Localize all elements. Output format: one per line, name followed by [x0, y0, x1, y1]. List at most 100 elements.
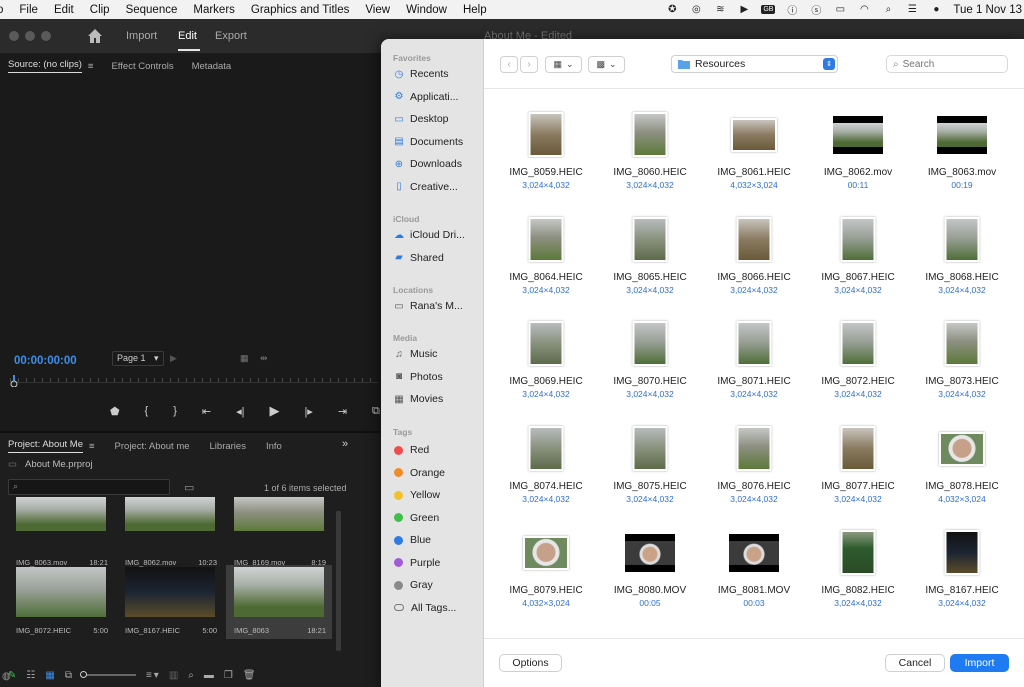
- list-view-icon[interactable]: ☷: [26, 670, 35, 681]
- panel-menu-icon[interactable]: ≡: [89, 441, 95, 452]
- file-item[interactable]: IMG_8080.MOV 00:05: [598, 508, 702, 608]
- menu-view[interactable]: View: [357, 4, 398, 16]
- file-item[interactable]: IMG_8072.HEIC 3,024×4,032: [806, 299, 910, 399]
- tab-libraries[interactable]: Libraries: [210, 441, 246, 452]
- home-icon[interactable]: [86, 27, 104, 45]
- project-clip[interactable]: IMG_8063 18:21: [226, 565, 332, 639]
- menu-edit[interactable]: Edit: [46, 4, 82, 16]
- file-item[interactable]: IMG_8073.HEIC 3,024×4,032: [910, 299, 1014, 399]
- back-button[interactable]: ‹: [500, 56, 518, 73]
- status-icon[interactable]: ◍: [2, 671, 11, 682]
- project-scrollbar[interactable]: [336, 511, 341, 651]
- freeform-view-icon[interactable]: ⧉: [65, 670, 72, 681]
- file-item[interactable]: IMG_8076.HEIC 3,024×4,032: [702, 404, 806, 504]
- new-item-icon[interactable]: ❐: [224, 670, 233, 681]
- mark-in-icon[interactable]: {: [145, 405, 149, 417]
- go-to-in-icon[interactable]: ⇤: [202, 405, 211, 418]
- sidebar-item-favorites[interactable]: ▤ Documents: [393, 133, 483, 151]
- sidebar-item-media[interactable]: ♫ Music: [393, 345, 483, 363]
- options-button[interactable]: Options: [499, 654, 562, 672]
- project-search-input[interactable]: ⌕: [8, 479, 170, 495]
- location-select[interactable]: Resources ⇕: [671, 55, 838, 73]
- panel-menu-icon[interactable]: ≡: [88, 61, 94, 72]
- sidebar-item-favorites[interactable]: ◷ Recents: [393, 65, 483, 83]
- file-item[interactable]: IMG_8081.MOV 00:03: [702, 508, 806, 608]
- source-timecode[interactable]: 00:00:00:00: [14, 355, 77, 367]
- insert-icon[interactable]: ⧉: [372, 405, 380, 418]
- sidebar-tag[interactable]: Red: [393, 441, 483, 459]
- file-item[interactable]: IMG_8063.mov 00:19: [910, 90, 1014, 190]
- menu-clock[interactable]: Tue 1 Nov 13: [953, 4, 1022, 16]
- import-button[interactable]: Import: [950, 654, 1009, 672]
- zoom-slider[interactable]: [79, 671, 136, 678]
- sidebar-tag[interactable]: Orange: [393, 464, 483, 482]
- forward-button[interactable]: ›: [520, 56, 538, 73]
- battery-icon[interactable]: ▭: [833, 4, 847, 16]
- file-item[interactable]: IMG_8066.HEIC 3,024×4,032: [702, 195, 806, 295]
- file-item[interactable]: IMG_8067.HEIC 3,024×4,032: [806, 195, 910, 295]
- sidebar-item-icloud[interactable]: ▰ Shared: [393, 249, 483, 267]
- play-arrow-icon[interactable]: ▶: [170, 353, 177, 364]
- chevron-down-icon[interactable]: ▾: [154, 670, 159, 681]
- tab-project-about-me-2[interactable]: Project: About me: [115, 441, 190, 452]
- file-item[interactable]: IMG_8064.HEIC 3,024×4,032: [494, 195, 598, 295]
- project-clip[interactable]: IMG_8167.HEIC 5:00: [117, 565, 223, 639]
- file-item[interactable]: IMG_8079.HEIC 4,032×3,024: [494, 508, 598, 608]
- sidebar-tag[interactable]: Blue: [393, 531, 483, 549]
- project-clip[interactable]: IMG_8062.mov 10:23: [117, 497, 223, 571]
- file-item[interactable]: IMG_8059.HEIC 3,024×4,032: [494, 90, 598, 190]
- group-button[interactable]: ▩ ⌄: [588, 56, 625, 73]
- tab-effect-controls[interactable]: Effect Controls: [111, 61, 173, 72]
- sidebar-item-favorites[interactable]: ▭ Desktop: [393, 110, 483, 128]
- go-to-out-icon[interactable]: ⇥: [338, 405, 347, 418]
- fit-icon[interactable]: ▦: [240, 353, 249, 364]
- siri-icon[interactable]: ●: [929, 4, 943, 16]
- menu-sequence[interactable]: Sequence: [118, 4, 186, 16]
- file-item[interactable]: IMG_8060.HEIC 3,024×4,032: [598, 90, 702, 190]
- project-clip[interactable]: IMG_8169.mov 8:19: [226, 497, 332, 571]
- trash-icon[interactable]: 🗑: [243, 670, 256, 681]
- search-field[interactable]: ⌕: [886, 55, 1008, 73]
- menu-window[interactable]: Window: [398, 4, 455, 16]
- file-item[interactable]: IMG_8061.HEIC 4,032×3,024: [702, 90, 806, 190]
- tab-project-about-me[interactable]: Project: About Me: [8, 439, 83, 453]
- time-ruler[interactable]: [10, 371, 378, 383]
- more-panels-icon[interactable]: »: [342, 438, 348, 450]
- sidebar-tag[interactable]: Yellow: [393, 486, 483, 504]
- mark-out-icon[interactable]: }: [173, 405, 177, 417]
- page-select[interactable]: Page 1 ▾: [112, 351, 164, 366]
- marker-icon[interactable]: ⬟: [110, 405, 120, 418]
- menu-clip[interactable]: Clip: [82, 4, 118, 16]
- sidebar-tag[interactable]: Green: [393, 509, 483, 527]
- file-item[interactable]: IMG_8069.HEIC 3,024×4,032: [494, 299, 598, 399]
- file-item[interactable]: IMG_8071.HEIC 3,024×4,032: [702, 299, 806, 399]
- sidebar-item-favorites[interactable]: ⚙ Applicati...: [393, 88, 483, 106]
- spotlight-icon[interactable]: ⌕: [881, 4, 895, 16]
- file-item[interactable]: IMG_8167.HEIC 3,024×4,032: [910, 508, 1014, 608]
- tab-source[interactable]: Source: (no clips): [8, 59, 82, 73]
- file-item[interactable]: IMG_8068.HEIC 3,024×4,032: [910, 195, 1014, 295]
- project-clip[interactable]: IMG_8072.HEIC 5:00: [8, 565, 114, 639]
- shazam-icon[interactable]: ⓢ: [809, 4, 823, 17]
- menu-help[interactable]: Help: [455, 4, 495, 16]
- settings-icon[interactable]: ⇹: [260, 353, 268, 364]
- file-item[interactable]: IMG_8082.HEIC 3,024×4,032: [806, 508, 910, 608]
- play-icon[interactable]: ▶: [269, 403, 279, 419]
- help-icon[interactable]: ⓘ: [785, 4, 799, 17]
- file-item[interactable]: IMG_8077.HEIC 3,024×4,032: [806, 404, 910, 504]
- tab-edit[interactable]: Edit: [178, 30, 197, 42]
- sort-icon[interactable]: ≡: [146, 670, 152, 681]
- icon-view-icon[interactable]: ▦: [45, 670, 54, 681]
- sidebar-item-media[interactable]: ▦ Movies: [393, 390, 483, 408]
- playhead-icon[interactable]: [10, 375, 18, 387]
- control-center-icon[interactable]: ☰: [905, 4, 919, 16]
- tab-info[interactable]: Info: [266, 441, 282, 452]
- menu-graphics-titles[interactable]: Graphics and Titles: [243, 4, 357, 16]
- sidebar-item-locations[interactable]: ▭ Rana's M...: [393, 297, 483, 315]
- file-item[interactable]: IMG_8070.HEIC 3,024×4,032: [598, 299, 702, 399]
- file-item[interactable]: IMG_8078.HEIC 4,032×3,024: [910, 404, 1014, 504]
- minimize-window-button[interactable]: [25, 31, 35, 41]
- file-item[interactable]: IMG_8075.HEIC 3,024×4,032: [598, 404, 702, 504]
- close-window-button[interactable]: [9, 31, 19, 41]
- new-bin-icon[interactable]: ▬: [204, 670, 214, 681]
